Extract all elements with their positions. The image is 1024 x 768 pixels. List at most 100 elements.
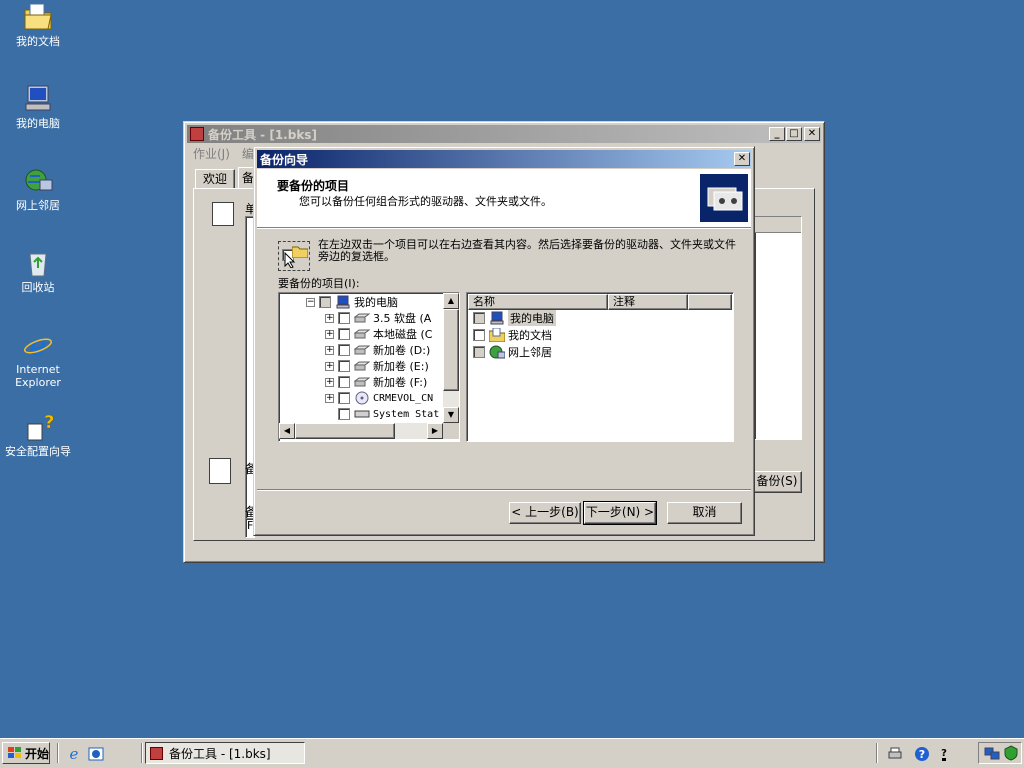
scroll-left-arrow[interactable]: ◀ xyxy=(279,423,295,439)
minimize-button[interactable]: _ xyxy=(769,127,785,141)
expand-icon[interactable]: + xyxy=(325,393,334,403)
wizard-header-subtitle: 您可以备份任何组合形式的驱动器、文件夹或文件。 xyxy=(299,195,552,208)
tree-checkbox[interactable] xyxy=(338,312,350,324)
quick-launch-explorer-icon[interactable] xyxy=(88,746,104,762)
tree-item-system-state[interactable]: System Stat xyxy=(338,406,439,422)
system-tray xyxy=(978,742,1022,764)
tree-item-label: System Stat xyxy=(373,408,440,420)
tree-item-label: CRMEVOL_CN xyxy=(373,392,434,404)
system-state-icon xyxy=(354,410,370,418)
svg-text:?: ? xyxy=(919,748,925,761)
scroll-right-arrow[interactable]: ▶ xyxy=(427,423,443,439)
tray-help-icon[interactable]: ? xyxy=(914,746,930,762)
taskbar: 开始 e 备份工具 - [1.bks] ? ? xyxy=(0,738,1024,768)
tray-divider xyxy=(876,743,878,763)
column-header-comment[interactable]: 注释 xyxy=(608,294,688,310)
svg-text:e: e xyxy=(70,746,79,762)
tree-checkbox[interactable] xyxy=(338,328,350,340)
tree-item-drive-e[interactable]: + 新加卷 (E:) xyxy=(325,358,429,374)
quick-launch-ie-icon[interactable]: e xyxy=(66,746,82,762)
wizard-close-button[interactable]: ✕ xyxy=(734,152,750,166)
tree-checkbox[interactable] xyxy=(338,344,350,356)
backup-app-icon xyxy=(190,127,204,141)
cancel-button[interactable]: 取消 xyxy=(667,502,742,524)
tasks-divider xyxy=(141,743,143,763)
expand-icon[interactable]: + xyxy=(325,361,334,371)
expand-icon[interactable]: + xyxy=(325,345,334,355)
tray-query-icon[interactable]: ? xyxy=(938,745,950,763)
desktop-icon-internet-explorer[interactable]: e Internet Explorer xyxy=(0,330,76,389)
tree-horizontal-scrollbar[interactable]: ◀ ▶ xyxy=(279,423,443,439)
maximize-button[interactable]: □ xyxy=(786,127,802,141)
tree-checkbox[interactable] xyxy=(319,296,331,308)
desktop-icon-security-wizard[interactable]: ? 安全配置向导 xyxy=(0,412,76,458)
header-divider xyxy=(257,227,751,229)
tree-item-cdrom[interactable]: + CRMEVOL_CN xyxy=(325,390,433,406)
list-item-network[interactable]: 网上邻居 xyxy=(473,344,552,360)
list-item-my-computer[interactable]: 我的电脑 xyxy=(473,310,556,326)
svg-text:e: e xyxy=(30,330,47,360)
start-backup-button[interactable]: 备份(S) xyxy=(752,471,802,493)
back-button[interactable]: < 上一步(B) xyxy=(509,502,581,524)
tree-item-drive-f[interactable]: + 新加卷 (F:) xyxy=(325,374,427,390)
tree-item-label: 新加卷 (D:) xyxy=(373,344,431,357)
backup-window-title: 备份工具 - [1.bks] xyxy=(208,127,317,142)
tree-item-my-computer[interactable]: − 我的电脑 xyxy=(306,294,398,310)
backup-app-icon xyxy=(150,746,163,760)
taskbar-backup-tool[interactable]: 备份工具 - [1.bks] xyxy=(145,742,305,764)
start-button[interactable]: 开始 xyxy=(2,742,50,764)
wizard-header-title: 要备份的项目 xyxy=(277,179,350,193)
list-checkbox[interactable] xyxy=(473,346,485,358)
wizard-title: 备份向导 xyxy=(260,152,309,167)
backup-items-list[interactable]: 名称 注释 我的电脑 我的文档 网上邻居 xyxy=(466,292,734,442)
tree-item-label: 新加卷 (E:) xyxy=(373,360,429,373)
tree-item-label: 新加卷 (F:) xyxy=(373,376,428,389)
backup-wizard-dialog: 备份向导 ✕ 要备份的项目 您可以备份任何组合形式的驱动器、文件夹或文件。 在左… xyxy=(253,146,755,536)
desktop-icon-label: 安全配置向导 xyxy=(5,445,71,458)
wizard-header: 要备份的项目 您可以备份任何组合形式的驱动器、文件夹或文件。 xyxy=(257,169,751,227)
tab-welcome[interactable]: 欢迎 xyxy=(195,169,235,189)
tree-content: − 我的电脑 + 3.5 软盘 (A + 本地磁盘 (C + 新加卷 (D:) … xyxy=(279,293,443,423)
column-header-name[interactable]: 名称 xyxy=(468,294,608,310)
internet-explorer-icon: e xyxy=(23,330,53,360)
tree-vertical-scrollbar[interactable]: ▲ ▼ xyxy=(443,293,459,423)
scroll-up-arrow[interactable]: ▲ xyxy=(443,293,459,309)
expand-icon[interactable]: + xyxy=(325,313,334,323)
list-checkbox[interactable] xyxy=(473,312,485,324)
desktop-icon-my-documents[interactable]: 我的文档 xyxy=(0,2,76,48)
desktop-icon-recycle-bin[interactable]: 回收站 xyxy=(0,248,76,294)
svg-text:?: ? xyxy=(44,412,54,433)
scroll-thumb[interactable] xyxy=(443,309,459,391)
tray-printer-icon[interactable] xyxy=(887,746,903,762)
collapse-icon[interactable]: − xyxy=(306,297,315,307)
cdrom-icon xyxy=(355,391,369,405)
tray-security-icon[interactable] xyxy=(1003,745,1019,761)
tree-item-floppy[interactable]: + 3.5 软盘 (A xyxy=(325,310,431,326)
tree-item-drive-d[interactable]: + 新加卷 (D:) xyxy=(325,342,430,358)
next-button[interactable]: 下一步(N) > xyxy=(583,501,657,525)
tree-checkbox[interactable] xyxy=(338,392,350,404)
backup-window-titlebar[interactable]: 备份工具 - [1.bks] _ □ ✕ xyxy=(187,125,821,143)
close-button[interactable]: ✕ xyxy=(804,127,820,141)
quick-launch-divider xyxy=(57,743,59,763)
computer-icon xyxy=(336,295,350,309)
tree-checkbox[interactable] xyxy=(338,408,350,420)
tree-checkbox[interactable] xyxy=(338,360,350,372)
footer-divider xyxy=(257,489,751,491)
drive-icon xyxy=(354,345,370,355)
list-checkbox[interactable] xyxy=(473,329,485,341)
expand-icon[interactable]: + xyxy=(325,377,334,387)
tree-checkbox[interactable] xyxy=(338,376,350,388)
backup-items-tree[interactable]: − 我的电脑 + 3.5 软盘 (A + 本地磁盘 (C + 新加卷 (D:) … xyxy=(278,292,460,442)
menu-job[interactable]: 作业(J) xyxy=(187,145,236,162)
scroll-thumb-horizontal[interactable] xyxy=(295,423,395,439)
desktop-icon-my-computer[interactable]: 我的电脑 xyxy=(0,84,76,130)
expand-icon[interactable]: + xyxy=(325,329,334,339)
list-item-my-documents[interactable]: 我的文档 xyxy=(473,327,552,343)
wizard-titlebar[interactable]: 备份向导 ✕ xyxy=(257,150,751,168)
drive-icon xyxy=(354,377,370,387)
scroll-down-arrow[interactable]: ▼ xyxy=(443,407,459,423)
desktop-icon-network[interactable]: 网上邻居 xyxy=(0,166,76,212)
tree-item-drive-c[interactable]: + 本地磁盘 (C xyxy=(325,326,432,342)
tray-network-icon[interactable] xyxy=(984,745,1000,761)
